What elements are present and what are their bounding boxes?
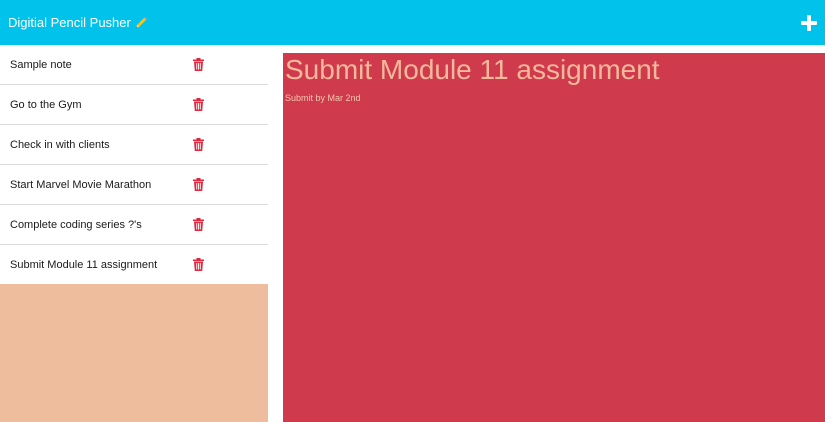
trash-icon[interactable] [193, 258, 204, 271]
list-item[interactable]: Go to the Gym [0, 85, 268, 125]
trash-icon[interactable] [193, 58, 204, 71]
note-title: Start Marvel Movie Marathon [10, 178, 152, 191]
note-title: Submit Module 11 assignment [10, 258, 158, 271]
note-text-area[interactable]: Submit by Mar 2nd [285, 93, 825, 103]
note-title: Check in with clients [10, 138, 110, 151]
trash-icon[interactable] [193, 218, 204, 231]
list-item[interactable]: Submit Module 11 assignment [0, 245, 268, 284]
trash-icon[interactable] [193, 178, 204, 191]
notes-sidebar: Sample note Go to the Gym Check in with … [0, 45, 268, 422]
note-editor: Submit Module 11 assignment Submit by Ma… [283, 53, 825, 422]
add-note-button[interactable] [801, 14, 817, 31]
note-list: Sample note Go to the Gym Check in with … [0, 45, 268, 284]
note-title: Sample note [10, 58, 72, 71]
trash-icon[interactable] [193, 138, 204, 151]
list-item[interactable]: Complete coding series ?'s [0, 205, 268, 245]
note-title: Complete coding series ?'s [10, 218, 142, 231]
brand[interactable]: Digitial Pencil Pusher [8, 15, 148, 30]
list-item[interactable]: Sample note [0, 45, 268, 85]
list-item[interactable]: Check in with clients [0, 125, 268, 165]
brand-title: Digitial Pencil Pusher [8, 15, 131, 30]
list-item[interactable]: Start Marvel Movie Marathon [0, 165, 268, 205]
pencil-icon [135, 16, 147, 28]
note-title-input[interactable]: Submit Module 11 assignment [285, 53, 825, 87]
note-title: Go to the Gym [10, 98, 82, 111]
trash-icon[interactable] [193, 98, 204, 111]
navbar: Digitial Pencil Pusher [0, 0, 825, 45]
